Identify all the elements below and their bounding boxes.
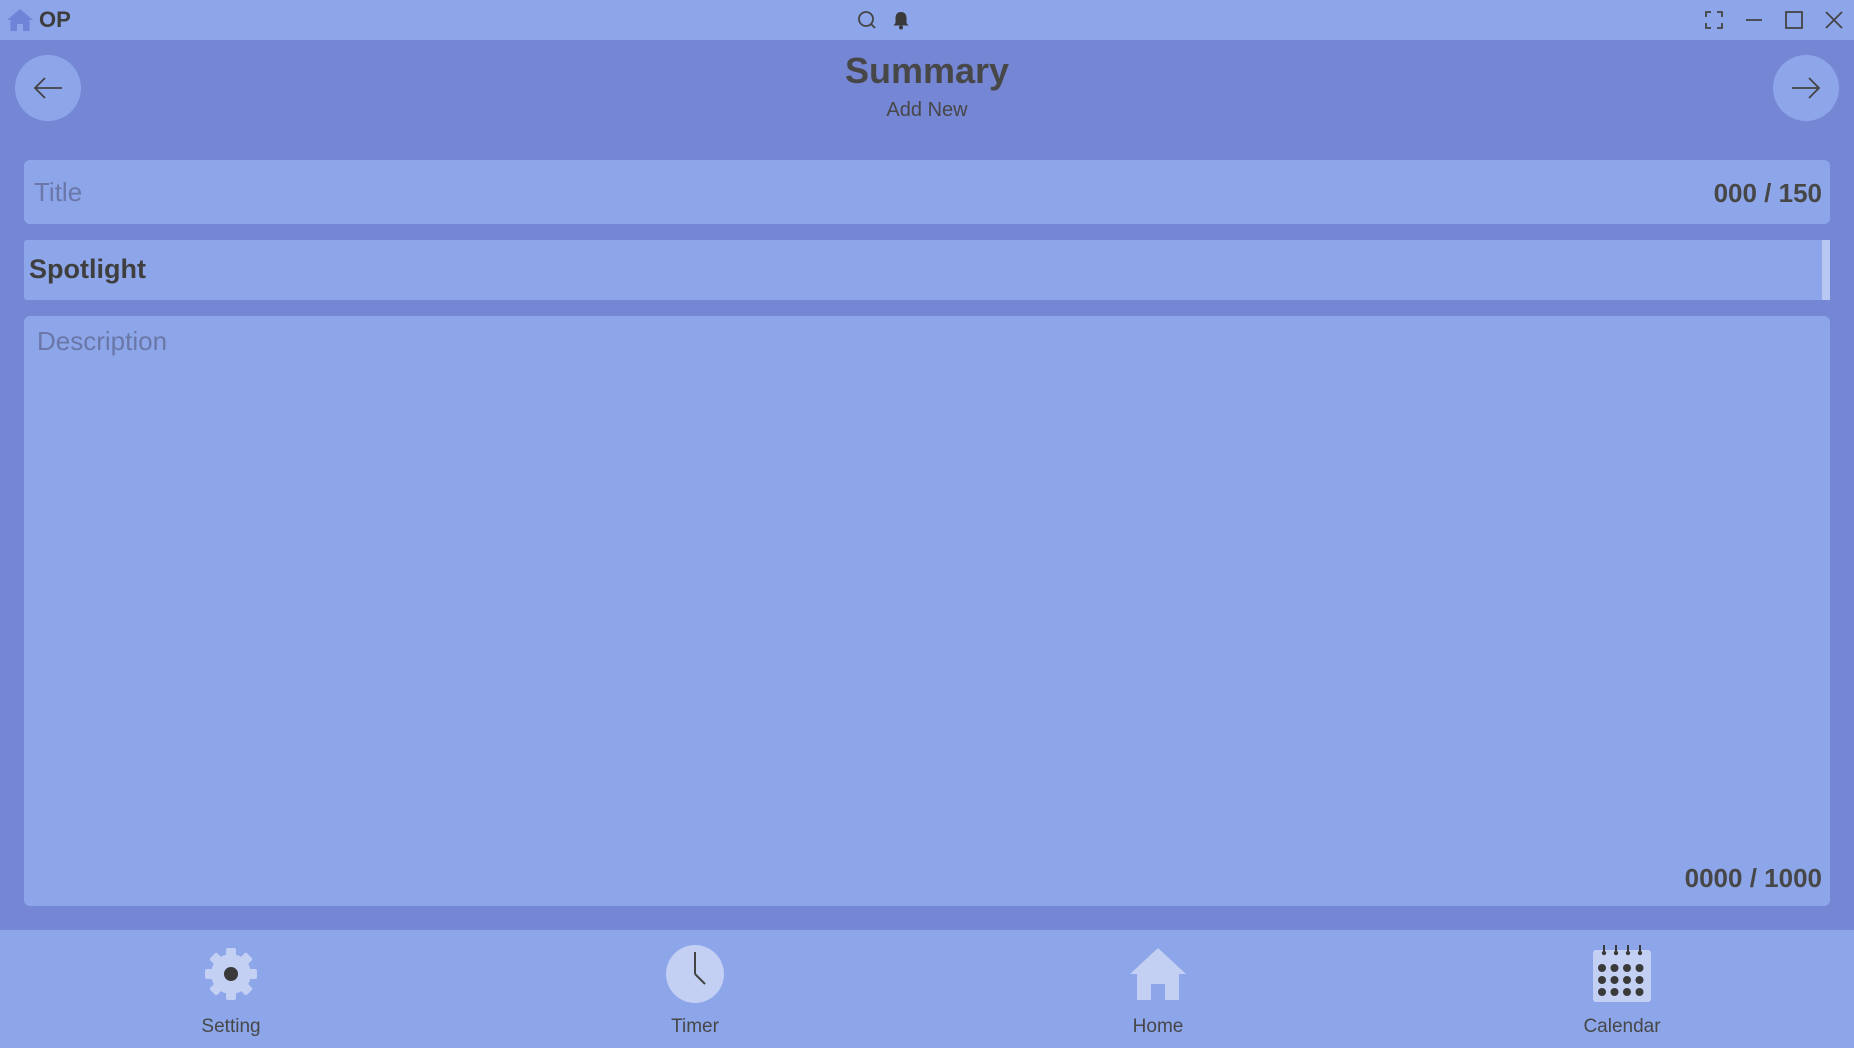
nav-item-calendar[interactable]: Calendar [1542, 930, 1702, 1048]
category-selected-value: Spotlight [29, 254, 146, 284]
category-select[interactable]: Spotlight [24, 240, 1830, 300]
nav-label-home: Home [1132, 1016, 1184, 1037]
arrow-right-icon [1792, 77, 1821, 99]
maximize-icon[interactable] [1783, 9, 1805, 31]
clock-icon [665, 944, 725, 1004]
nav-item-timer[interactable]: Timer [615, 930, 775, 1048]
bell-icon[interactable] [890, 9, 912, 31]
gear-icon [201, 944, 261, 1004]
title-field: 000 / 150 [24, 160, 1830, 224]
page-subtitle: Add New [886, 99, 968, 121]
home-icon [1128, 944, 1188, 1004]
page-title: Summary [844, 50, 1010, 91]
nav-item-setting[interactable]: Setting [151, 930, 311, 1048]
nav-item-home[interactable]: Home [1078, 930, 1238, 1048]
title-char-counter: 000 / 150 [1713, 178, 1822, 208]
minimize-icon[interactable] [1743, 9, 1765, 31]
nav-label-setting: Setting [201, 1016, 261, 1037]
page-header: Summary Add New [0, 40, 1854, 160]
calendar-icon [1592, 944, 1652, 1004]
window-titlebar: OP [0, 0, 1854, 40]
title-input[interactable] [34, 160, 1634, 224]
description-input[interactable] [37, 326, 1817, 826]
search-icon[interactable] [856, 9, 878, 31]
close-icon[interactable] [1823, 9, 1845, 31]
nav-label-timer: Timer [671, 1016, 719, 1037]
bottom-navigation: Setting Timer Home Calendar [0, 930, 1854, 1048]
select-scrollbar[interactable] [1822, 240, 1830, 300]
description-char-counter: 0000 / 1000 [1684, 863, 1822, 893]
home-icon [6, 8, 34, 32]
description-field: 0000 / 1000 [24, 316, 1830, 906]
fullscreen-icon[interactable] [1703, 9, 1725, 31]
nav-label-calendar: Calendar [1583, 1016, 1661, 1037]
app-name: OP [39, 7, 71, 32]
forward-button[interactable] [1773, 55, 1839, 121]
